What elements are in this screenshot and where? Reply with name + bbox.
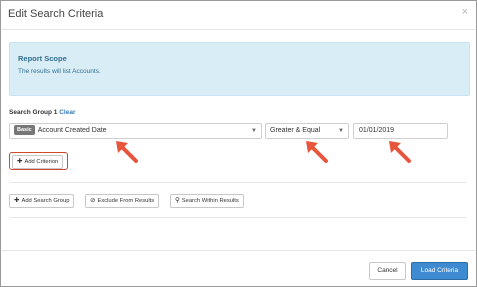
- load-criteria-button[interactable]: Load Criteria: [411, 262, 468, 280]
- close-icon[interactable]: ×: [462, 6, 468, 18]
- exclude-from-results-button[interactable]: ⊘ Exclude From Results: [85, 194, 160, 208]
- criterion-field-value: Account Created Date: [37, 127, 107, 134]
- modal-header: Edit Search Criteria ×: [2, 2, 475, 30]
- modal-footer-divider: [2, 250, 475, 251]
- search-group-title: Search Group 1: [9, 109, 58, 116]
- cancel-button[interactable]: Cancel: [369, 262, 406, 280]
- search-group-label: Search Group 1 Clear: [9, 109, 75, 116]
- search-within-results-button[interactable]: ⚲ Search Within Results: [170, 194, 244, 208]
- section-divider: [9, 217, 466, 218]
- add-search-group-label: Add Search Group: [21, 198, 70, 204]
- caret-down-icon: ▼: [338, 128, 344, 134]
- zoom-icon: ⚲: [175, 197, 180, 204]
- annotation-arrow-icon: [389, 141, 411, 163]
- report-scope-title: Report Scope: [18, 54, 67, 63]
- modal-title: Edit Search Criteria: [8, 8, 104, 20]
- add-criterion-label: Add Criterion: [24, 159, 59, 165]
- clear-link[interactable]: Clear: [59, 109, 75, 116]
- report-scope-panel: Report Scope The results will list Accou…: [9, 42, 470, 96]
- search-within-results-label: Search Within Results: [181, 198, 239, 204]
- criterion-operator-value: Greater & Equal: [270, 127, 321, 134]
- report-scope-text: The results will list Accounts.: [18, 68, 101, 75]
- add-search-group-button[interactable]: ✚ Add Search Group: [9, 194, 75, 208]
- annotation-arrow-icon: [306, 141, 328, 163]
- caret-down-icon: ▼: [251, 128, 257, 134]
- section-divider: [9, 182, 466, 183]
- annotation-arrow-icon: [116, 141, 138, 163]
- ban-icon: ⊘: [90, 197, 96, 204]
- plus-icon: ✚: [17, 158, 23, 165]
- exclude-from-results-label: Exclude From Results: [97, 198, 155, 204]
- plus-icon: ✚: [14, 197, 20, 204]
- field-type-badge: Basic: [14, 125, 35, 135]
- add-criterion-button[interactable]: ✚ Add Criterion: [12, 155, 64, 169]
